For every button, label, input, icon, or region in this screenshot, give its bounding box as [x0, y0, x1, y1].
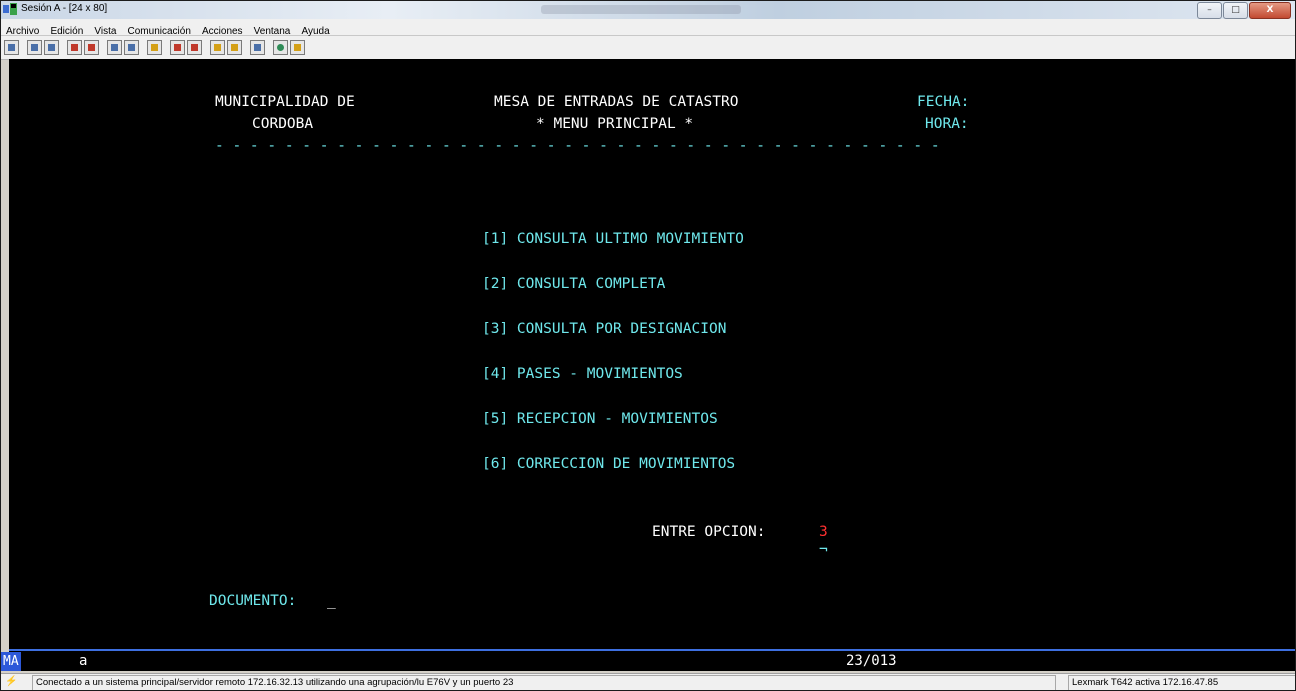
stop-macro-icon[interactable]: [187, 40, 202, 55]
header-system-title: MESA DE ENTRADAS DE CATASTRO: [494, 94, 739, 110]
clipboard-icon[interactable]: [250, 40, 265, 55]
menu-option-2: [2] CONSULTA COMPLETA: [482, 276, 666, 292]
menu-option-1: [1] CONSULTA ULTIMO MOVIMIENTO: [482, 231, 744, 247]
date-label: FECHA:: [917, 94, 970, 110]
edit-icon[interactable]: [290, 40, 305, 55]
macro-icon[interactable]: [147, 40, 162, 55]
play-macro-icon[interactable]: [210, 40, 225, 55]
header-menu-title: * MENU PRINCIPAL *: [536, 116, 694, 132]
document-label: DOCUMENTO:: [209, 593, 297, 609]
run-macro-icon[interactable]: [227, 40, 242, 55]
header-org-line-1: MUNICIPALIDAD DE: [215, 94, 355, 110]
paste-icon[interactable]: [44, 40, 59, 55]
menu-option-5: [5] RECEPCION - MOVIMIENTOS: [482, 411, 718, 427]
header-separator: - - - - - - - - - - - - - - - - - - - - …: [215, 138, 940, 154]
title-bar[interactable]: Sesión A - [24 x 80] – □ X: [1, 1, 1295, 19]
emulator-window: Sesión A - [24 x 80] – □ X Archivo Edici…: [0, 0, 1296, 691]
menu-option-4: [4] PASES - MOVIMIENTOS: [482, 366, 683, 382]
connection-status: Conectado a un sistema principal/servido…: [32, 675, 1056, 690]
header-org-line-2: CORDOBA: [252, 116, 314, 132]
time-label: HORA:: [925, 116, 969, 132]
minimize-button[interactable]: –: [1197, 2, 1222, 19]
menu-option-3: [3] CONSULTA POR DESIGNACION: [482, 321, 727, 337]
display-icon[interactable]: [107, 40, 122, 55]
menu-bar: Archivo Edición Vista Comunicación Accio…: [1, 19, 1295, 37]
option-input[interactable]: 3: [819, 523, 828, 541]
option-prompt-label: ENTRE OPCION:: [652, 524, 766, 540]
session-indicator: MA: [1, 652, 21, 671]
window-title: Sesión A - [24 x 80]: [21, 3, 108, 14]
send-icon[interactable]: [67, 40, 82, 55]
maximize-button[interactable]: □: [1223, 2, 1248, 19]
menu-option-6: [6] CORRECCION DE MOVIMIENTOS: [482, 456, 736, 472]
copy-icon[interactable]: [27, 40, 42, 55]
window-controls: – □ X: [1196, 2, 1291, 19]
record-macro-icon[interactable]: [170, 40, 185, 55]
toolbar: [1, 36, 1295, 60]
close-button[interactable]: X: [1249, 2, 1291, 19]
document-input[interactable]: _: [327, 592, 336, 610]
app-icon: [3, 3, 17, 15]
print-screen-icon[interactable]: [4, 40, 19, 55]
operator-info-area: MA a 23/013: [1, 652, 1295, 671]
globe-icon[interactable]: [273, 40, 288, 55]
terminal-screen[interactable]: MUNICIPALIDAD DE CORDOBA MESA DE ENTRADA…: [9, 59, 1295, 654]
printer-status: Lexmark T642 activa 172.16.47.85: [1068, 675, 1295, 690]
session-letter: a: [79, 653, 88, 669]
connection-icon: ⚡: [5, 676, 18, 687]
oia-separator-line: [9, 649, 1295, 651]
receive-icon[interactable]: [84, 40, 99, 55]
status-bar: ⚡ Conectado a un sistema principal/servi…: [1, 673, 1295, 690]
cursor-position: 23/013: [846, 653, 897, 669]
display-alt-icon[interactable]: [124, 40, 139, 55]
background-window-title: [541, 5, 741, 14]
input-field-marker: ¬: [819, 542, 828, 558]
